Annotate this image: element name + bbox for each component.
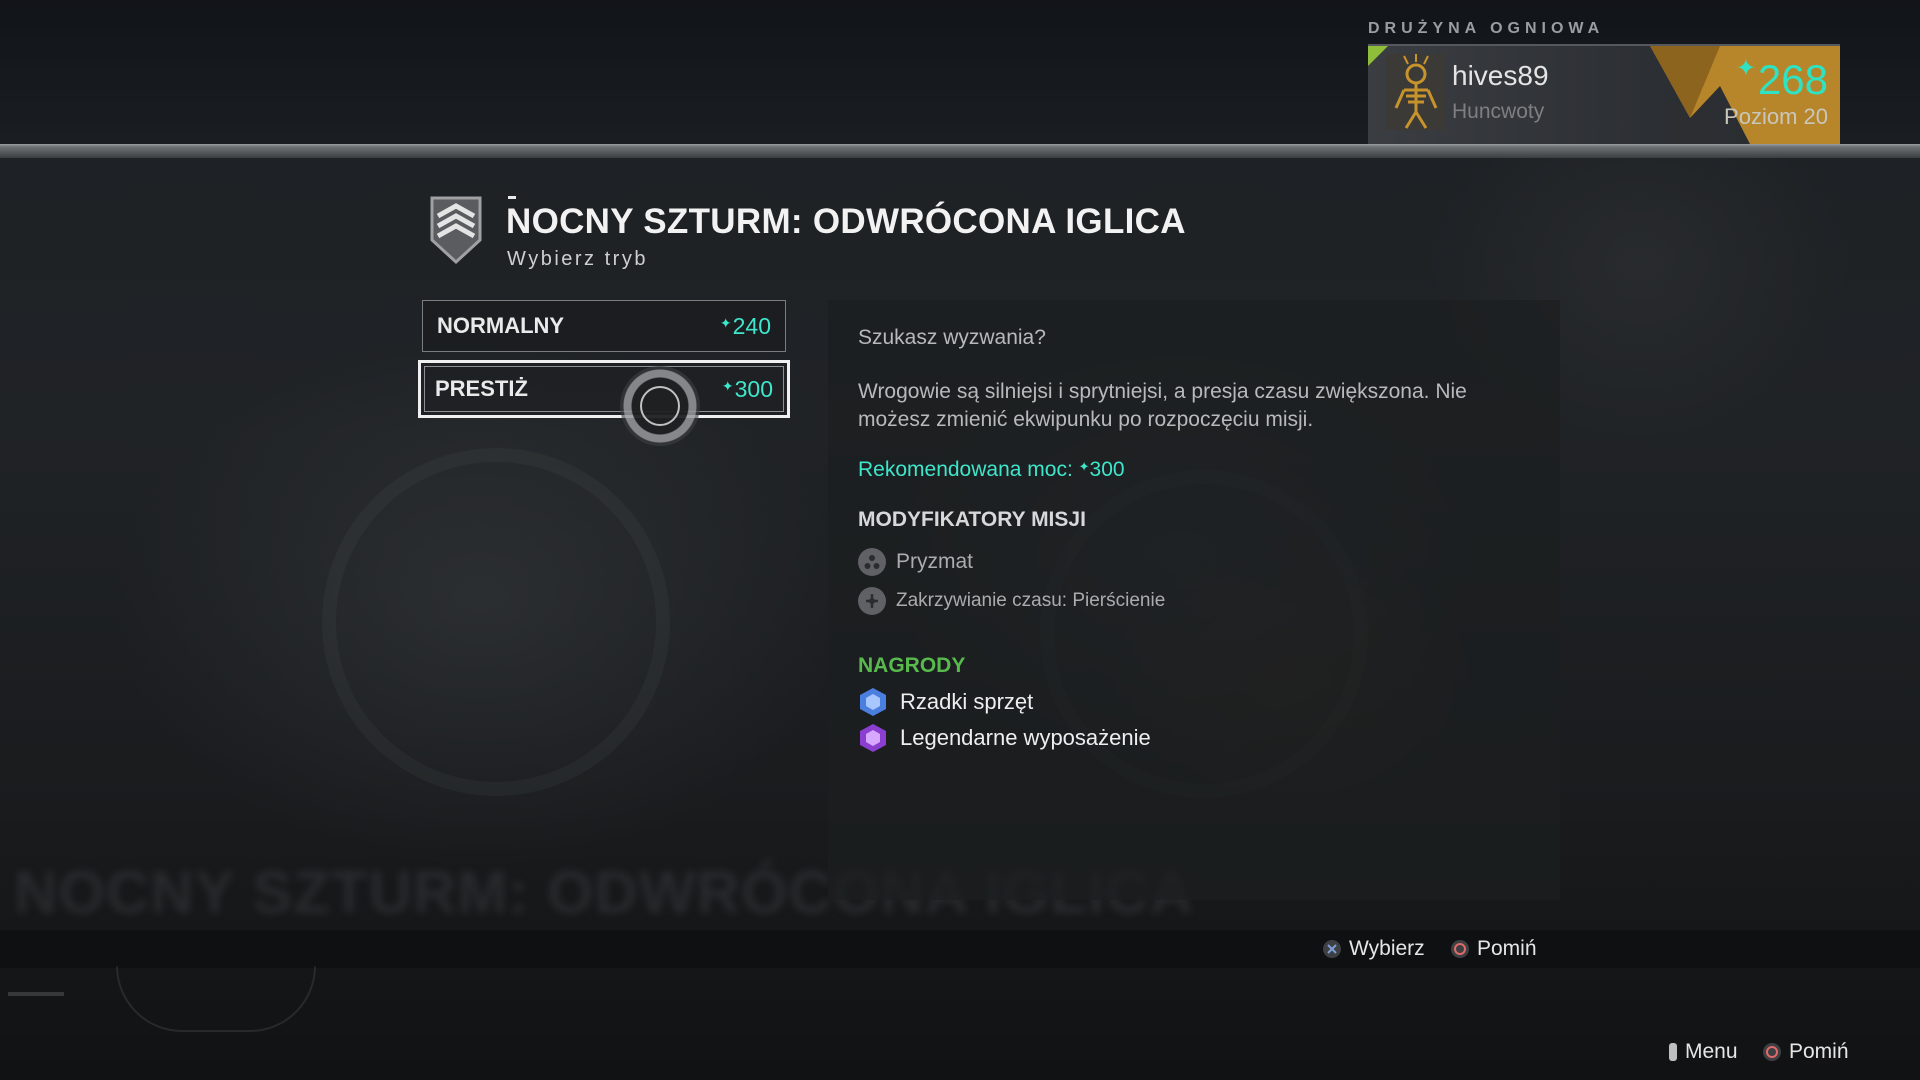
detail-description: Wrogowie są silniejsi i sprytniejsi, a p… (858, 380, 1467, 431)
activity-subtitle: Wybierz tryb (507, 248, 648, 270)
fireteam-label: DRUŻYNA OGNIOWA (1368, 20, 1605, 37)
mode-button-normal[interactable]: NORMALNY ✦240 (422, 300, 786, 352)
reward-row[interactable]: Rzadki sprzęt (858, 687, 1033, 717)
mode-detail-panel: Szukasz wyzwania? Wrogowie są silniejsi … (828, 300, 1560, 900)
mode-power: ✦300 (722, 376, 773, 403)
player-power-value: 268 (1757, 56, 1828, 103)
legendary-gear-icon (858, 723, 888, 753)
player-power: ✦268 (1736, 54, 1828, 104)
mode-label: NORMALNY (437, 313, 565, 338)
modifiers-heading: MODYFIKATORY MISJI (858, 508, 1086, 531)
power-star-icon: ✦ (1078, 459, 1090, 474)
skip-hint-secondary-label: Pomiń (1789, 1040, 1849, 1063)
title-dash (508, 196, 516, 199)
player-clan: Huncwoty (1452, 100, 1545, 123)
mode-label: PRESTIŻ (435, 376, 528, 401)
reward-row[interactable]: Legendarne wyposażenie (858, 723, 1151, 753)
skip-hint[interactable]: Pomiń (1450, 937, 1537, 961)
skip-hint-secondary[interactable]: Pomiń (1762, 1040, 1849, 1064)
rewards-heading: NAGRODY (858, 654, 966, 677)
reward-label: Legendarne wyposażenie (900, 725, 1151, 750)
recommended-label: Rekomendowana moc: (858, 458, 1079, 481)
modifier-label: Pryzmat (896, 550, 974, 573)
circle-button-icon (1450, 939, 1470, 959)
recommended-power-value: 300 (1089, 458, 1125, 481)
touchpad-button-icon (1668, 1042, 1678, 1062)
rare-gear-icon (858, 687, 888, 717)
strike-shield-icon (430, 196, 482, 265)
mode-power-value: 300 (734, 375, 773, 402)
skeleton-emblem-icon (1378, 52, 1454, 132)
select-hint-label: Wybierz (1349, 937, 1425, 960)
prism-modifier-icon (858, 548, 886, 576)
mode-power: ✦240 (720, 313, 771, 340)
modifier-row[interactable]: Zakrzywianie czasu: Pierścienie (858, 587, 1165, 615)
reward-label: Rzadki sprzęt (900, 689, 1034, 714)
player-level: Poziom 20 (1724, 104, 1828, 129)
power-star-icon: ✦ (1735, 55, 1756, 82)
detail-intro: Szukasz wyzwania? (858, 326, 1046, 349)
circle-button-icon (1762, 1042, 1782, 1062)
background-circle (322, 448, 670, 796)
top-bar-divider (0, 144, 1920, 158)
skip-hint-label: Pomiń (1477, 937, 1537, 960)
button-hint-strip (0, 930, 1920, 968)
player-name: hives89 (1452, 60, 1549, 91)
activity-title: NOCNY SZTURM: ODWRÓCONA IGLICA (506, 202, 1186, 241)
player-card[interactable]: hives89 Huncwoty ✦268 Poziom 20 (1368, 44, 1840, 144)
power-star-icon: ✦ (719, 314, 732, 331)
timewarp-rings-icon (858, 587, 886, 615)
modifier-row[interactable]: Pryzmat (858, 548, 973, 576)
cursor-icon (620, 366, 700, 446)
select-hint[interactable]: Wybierz (1322, 937, 1425, 961)
cross-button-icon (1322, 939, 1342, 959)
menu-hint-label: Menu (1685, 1040, 1738, 1063)
mode-power-value: 240 (732, 312, 771, 339)
modifier-label: Zakrzywianie czasu: Pierścienie (896, 590, 1166, 611)
menu-hint[interactable]: Menu (1668, 1040, 1738, 1064)
cursor-ring (640, 386, 680, 426)
footer-bar (8, 992, 64, 996)
power-star-icon: ✦ (721, 377, 734, 394)
mode-button-prestige[interactable]: PRESTIŻ ✦300 (418, 360, 790, 418)
recommended-power: Rekomendowana moc: ✦300 (858, 458, 1125, 482)
